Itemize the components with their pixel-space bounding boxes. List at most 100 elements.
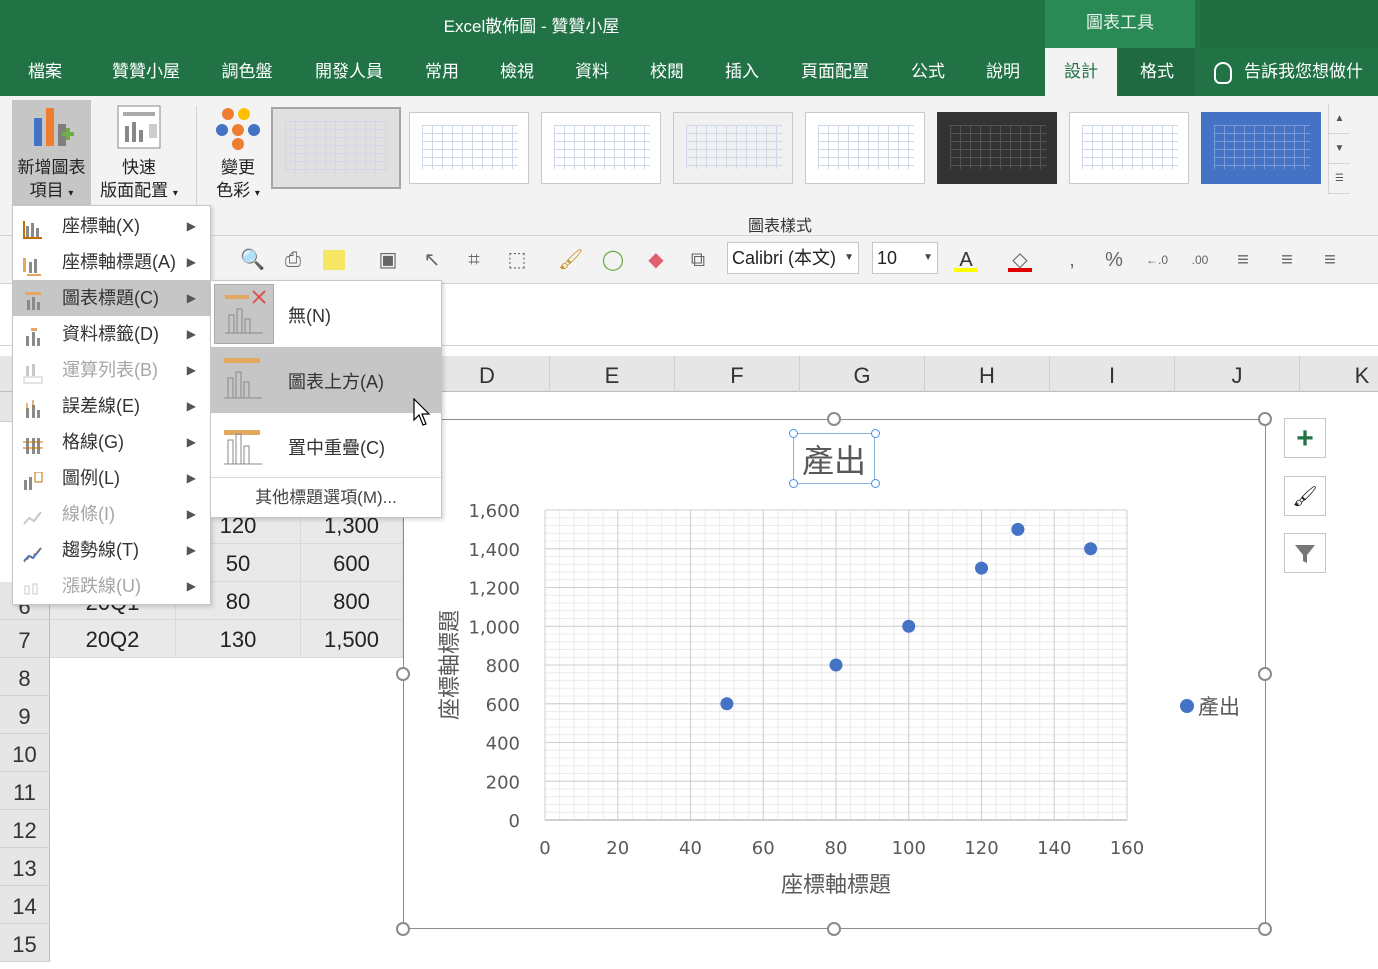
row-header-14[interactable]: 14 (0, 886, 50, 924)
gallery-more-icon[interactable]: ☰ (1329, 164, 1350, 194)
tab-palette[interactable]: 調色盤 (206, 48, 288, 96)
column-header-k[interactable]: K (1300, 356, 1378, 392)
chart-elements-plus-icon[interactable]: + (1284, 418, 1326, 458)
row-header-12[interactable]: 12 (0, 810, 50, 848)
column-header-f[interactable]: F (675, 356, 800, 392)
insert-image-icon[interactable]: ▣ (376, 248, 400, 272)
resize-handle-l[interactable] (396, 667, 410, 681)
fill-color-icon[interactable]: ◇ (1008, 248, 1032, 272)
cell-c6[interactable]: 800 (301, 582, 403, 620)
decrease-decimal-icon[interactable]: .00 (1188, 248, 1212, 272)
menu-item-axis-titles[interactable]: 座標軸標題(A) ▶ (13, 244, 210, 280)
add-chart-element-button[interactable]: 新增圖表 項目 ▾ (12, 100, 91, 206)
tab-page-layout[interactable]: 頁面配置 (787, 48, 883, 96)
column-header-j[interactable]: J (1175, 356, 1300, 392)
row-header-7[interactable]: 7 (0, 620, 50, 658)
format-painter-icon[interactable]: 🖌 (558, 248, 583, 272)
tab-view[interactable]: 檢視 (487, 48, 547, 96)
font-size-box[interactable]: 10 ▼ (872, 242, 938, 274)
chart-style-6[interactable] (937, 112, 1057, 184)
sticky-note-icon[interactable] (323, 250, 345, 270)
column-header-i[interactable]: I (1050, 356, 1175, 392)
column-header-h[interactable]: H (925, 356, 1050, 392)
tab-insert[interactable]: 插入 (712, 48, 772, 96)
group-icon[interactable]: ⬚ (505, 248, 529, 272)
menu-item-trendline[interactable]: 趨勢線(T) ▶ (13, 532, 210, 568)
resize-handle-br[interactable] (1258, 922, 1272, 936)
chart-style-4[interactable] (673, 112, 793, 184)
row-header-11[interactable]: 11 (0, 772, 50, 810)
select-pointer-icon[interactable]: ↖ (420, 248, 444, 272)
title-handle[interactable] (789, 429, 798, 438)
menu-item-gridlines[interactable]: 格線(G) ▶ (13, 424, 210, 460)
tell-me-box[interactable]: 告訴我您想做什 (1210, 48, 1363, 96)
more-title-options[interactable]: 其他標題選項(M)... (211, 483, 441, 508)
title-handle[interactable] (871, 429, 880, 438)
cell-c5[interactable]: 600 (301, 544, 403, 582)
clear-format-icon[interactable]: ⧉ (686, 248, 710, 272)
print-preview-icon[interactable]: 🔍 (240, 248, 265, 272)
percent-style-icon[interactable]: % (1102, 248, 1126, 272)
cell-b7[interactable]: 130 (176, 620, 301, 658)
chart-style-1[interactable] (271, 107, 401, 189)
chart-styles-brush-icon[interactable]: 🖌 (1284, 476, 1326, 516)
quick-layout-button[interactable]: 快速 版面配置 ▾ (94, 100, 184, 206)
cell-c7[interactable]: 1,500 (301, 620, 403, 658)
tab-review[interactable]: 校閱 (637, 48, 697, 96)
resize-handle-t[interactable] (827, 412, 841, 426)
font-color-icon[interactable]: A (954, 248, 978, 272)
column-header-d[interactable]: D (425, 356, 550, 392)
chart-style-3[interactable] (541, 112, 661, 184)
row-header-8[interactable]: 8 (0, 658, 50, 696)
tab-home[interactable]: 常用 (412, 48, 472, 96)
submenu-item-none[interactable]: 無(N) (211, 281, 441, 347)
menu-item-axes[interactable]: 座標軸(X) ▶ (13, 208, 210, 244)
eraser-icon[interactable]: ◆ (644, 248, 668, 272)
chart-style-8[interactable] (1201, 112, 1321, 184)
title-handle[interactable] (789, 479, 798, 488)
submenu-item-centered-overlay[interactable]: 置中重疊(C) (211, 413, 441, 479)
row-header-10[interactable]: 10 (0, 734, 50, 772)
chart-style-2[interactable] (409, 112, 529, 184)
font-name-box[interactable]: Calibri (本文) ▼ (727, 242, 859, 274)
comma-style-icon[interactable]: , (1060, 248, 1084, 272)
chart-title[interactable]: 產出 (793, 436, 875, 482)
resize-handle-b[interactable] (827, 922, 841, 936)
gallery-down-arrow-icon[interactable]: ▼ (1329, 134, 1350, 164)
print-icon[interactable]: ⎙ (281, 248, 305, 272)
menu-item-chart-title[interactable]: 圖表標題(C) ▶ (13, 280, 210, 316)
column-header-e[interactable]: E (550, 356, 675, 392)
chart-area[interactable] (403, 419, 1266, 929)
tab-data[interactable]: 資料 (562, 48, 622, 96)
gallery-up-arrow-icon[interactable]: ▲ (1329, 104, 1350, 134)
tab-file[interactable]: 檔案 (0, 48, 90, 96)
cell-a7[interactable]: 20Q2 (50, 620, 176, 658)
chart-style-5[interactable] (805, 112, 925, 184)
column-header-g[interactable]: G (800, 356, 925, 392)
title-handle[interactable] (871, 479, 880, 488)
increase-decimal-icon[interactable]: ←.0 (1145, 248, 1169, 272)
shape-circle-icon[interactable]: ◯ (601, 248, 625, 272)
row-header-9[interactable]: 9 (0, 696, 50, 734)
align-right-icon[interactable]: ≡ (1318, 248, 1342, 272)
tab-help[interactable]: 說明 (973, 48, 1033, 96)
chart-filter-icon[interactable] (1284, 533, 1326, 573)
row-header-15[interactable]: 15 (0, 924, 50, 962)
resize-handle-r[interactable] (1258, 667, 1272, 681)
menu-item-error-bars[interactable]: 誤差線(E) ▶ (13, 388, 210, 424)
tab-formulas[interactable]: 公式 (898, 48, 958, 96)
tab-zanzan[interactable]: 贊贊小屋 (96, 48, 196, 96)
row-header-13[interactable]: 13 (0, 848, 50, 886)
align-center-icon[interactable]: ≡ (1275, 248, 1299, 272)
align-left-icon[interactable]: ≡ (1231, 248, 1255, 272)
menu-item-legend[interactable]: 圖例(L) ▶ (13, 460, 210, 496)
crop-icon[interactable]: ⌗ (462, 248, 486, 272)
resize-handle-tr[interactable] (1258, 412, 1272, 426)
tab-developer[interactable]: 開發人員 (300, 48, 398, 96)
menu-item-data-labels[interactable]: 資料標籤(D) ▶ (13, 316, 210, 352)
chart-style-7[interactable] (1069, 112, 1189, 184)
change-colors-button[interactable]: 變更 色彩 ▾ (204, 100, 272, 206)
submenu-item-above-chart[interactable]: 圖表上方(A) (211, 347, 441, 413)
tab-design[interactable]: 設計 (1045, 48, 1117, 96)
tab-format[interactable]: 格式 (1119, 48, 1195, 96)
